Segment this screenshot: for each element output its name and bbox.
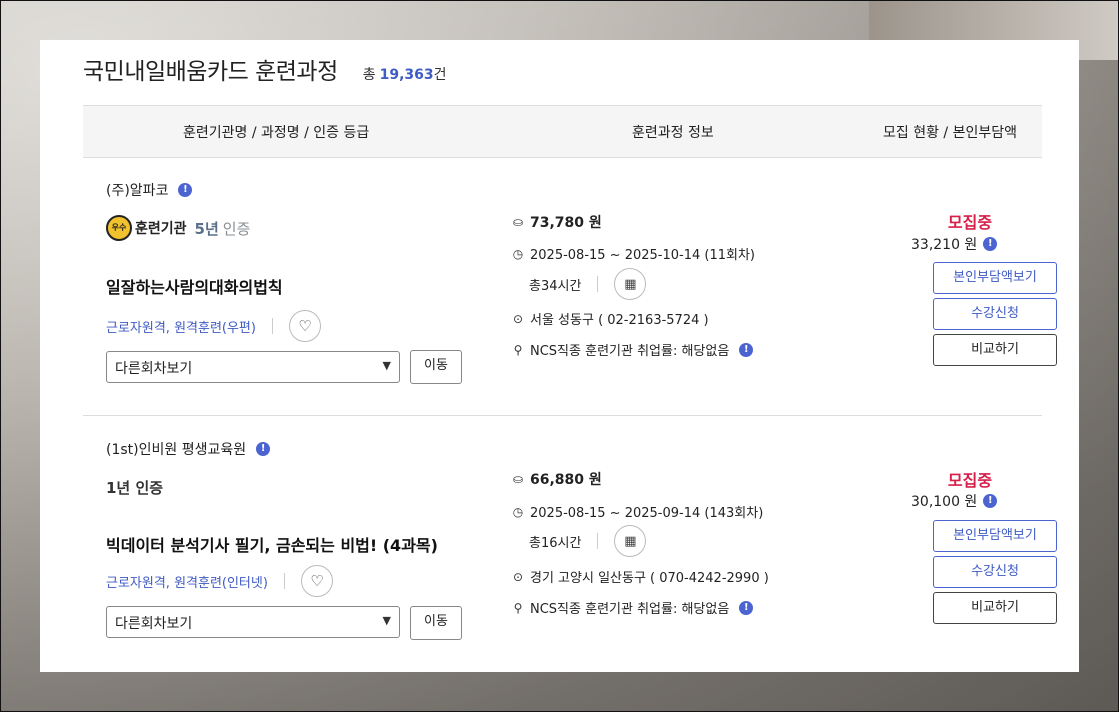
screenshot-frame	[0, 0, 1119, 712]
